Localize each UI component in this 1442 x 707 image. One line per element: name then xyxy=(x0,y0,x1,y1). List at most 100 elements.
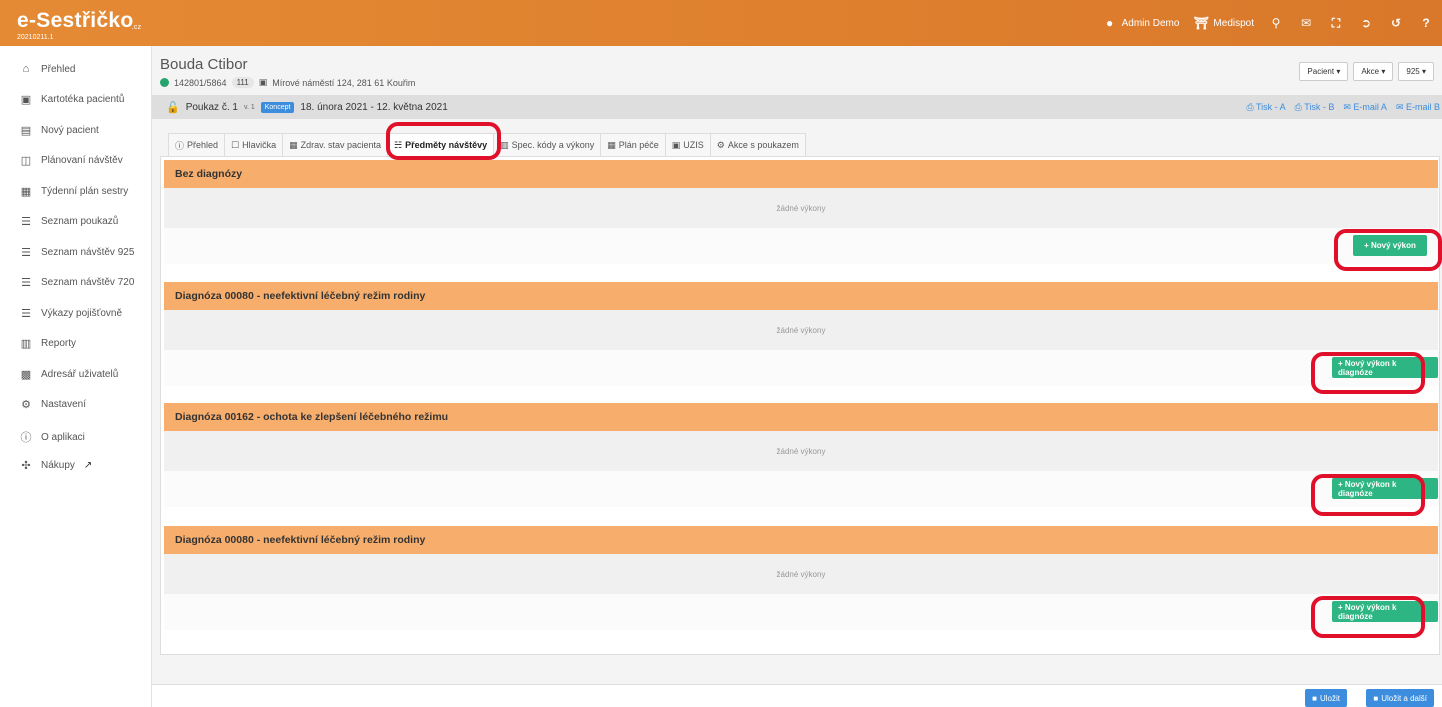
form-footer: ■ Uložit ■ Uložit a další xyxy=(152,684,1442,707)
empty-message: žádné výkony xyxy=(164,188,1438,228)
user-icon: ● xyxy=(1105,16,1114,30)
patient-dropdown[interactable]: Pacient ▾ xyxy=(1299,62,1349,81)
gears-icon: ⚙ xyxy=(716,139,725,150)
sidebar-item-reporty[interactable]: ▥ Reporty xyxy=(20,337,76,350)
patient-id: 142801/5864 xyxy=(174,77,227,88)
actions-dropdown[interactable]: Akce ▾ xyxy=(1353,62,1394,81)
patient-name: Bouda Ctibor xyxy=(160,56,248,73)
save-next-button[interactable]: ■ Uložit a další xyxy=(1366,689,1434,707)
list-icon: ☰ xyxy=(21,216,31,228)
save-button[interactable]: ■ Uložit xyxy=(1305,689,1347,707)
home-icon: ⌂ xyxy=(22,63,30,75)
sidebar-item-novy-pacient[interactable]: ▤ Nový pacient xyxy=(20,124,99,137)
section-title: Diagnóza 00080 - neefektivní léčebný rež… xyxy=(164,526,1438,554)
medical-icon: ▦ xyxy=(289,139,298,150)
save-icon: ■ xyxy=(1312,693,1317,703)
diagnosis-section: Bez diagnózy žádné výkony + Nový výkon xyxy=(164,160,1438,264)
visit-subjects-panel: Bez diagnózy žádné výkony + Nový výkon D… xyxy=(160,156,1440,655)
voucher-version: v. 1 xyxy=(243,103,255,111)
insurance-badge: 111 xyxy=(231,77,254,88)
building-icon: ⛩ xyxy=(1193,16,1210,30)
diagnosis-section: Diagnóza 00080 - neefektivní léčebný rež… xyxy=(164,282,1438,386)
empty-message: žádné výkony xyxy=(164,310,1438,350)
section-title: Diagnóza 00080 - neefektivní léčebný rež… xyxy=(164,282,1438,310)
sidebar-item-nastaveni[interactable]: ⚙ Nastavení xyxy=(20,398,86,411)
tab-bar: ⓘ Přehled ☐ Hlavička ▦ Zdrav. stav pacienta… xyxy=(168,133,806,156)
sidebar-item-tydenni-plan[interactable]: ▦ Týdenní plán sestry xyxy=(20,185,128,198)
id-icon: ▤ xyxy=(20,125,32,137)
calendar-icon: ▦ xyxy=(20,186,32,198)
bed-icon: ☵ xyxy=(394,139,403,150)
main-content: Bouda Ctibor 142801/5864 111 ▣ Mírové ná… xyxy=(152,46,1442,707)
sidebar-item-seznam-poukazu[interactable]: ☰ Seznam poukazů xyxy=(20,215,118,228)
new-diagnosis-procedure-button[interactable]: + Nový výkon k diagnóze xyxy=(1332,357,1438,378)
card-icon: ▣ xyxy=(20,94,32,106)
address-icon: ▣ xyxy=(258,77,268,87)
tab-predmety-navstevy[interactable]: ☵ Předměty návštěvy xyxy=(387,133,495,156)
sidebar-item-navstevy-925[interactable]: ☰ Seznam návštěv 925 xyxy=(20,246,134,259)
tab-akce-s-poukazem[interactable]: ⚙ Akce s poukazem xyxy=(709,133,806,156)
save-icon: ■ xyxy=(1373,693,1379,703)
help-icon[interactable]: ? xyxy=(1418,16,1434,30)
cart-icon: ✣ xyxy=(21,460,31,472)
sidebar: ⌂ Přehled ▣ Kartotéka pacientů ▤ Nový pacie… xyxy=(0,46,152,707)
bookmark-icon: ☐ xyxy=(231,139,240,150)
search-icon[interactable]: ⚲ xyxy=(1268,16,1284,30)
diagnosis-section: Diagnóza 00162 - ochota ke zlepšení léče… xyxy=(164,403,1438,507)
chart-icon: ▥ xyxy=(20,338,32,350)
tab-hlavicka[interactable]: ☐ Hlavička xyxy=(224,133,284,156)
status-badge: Koncept xyxy=(260,101,295,113)
print-b-link[interactable]: ⎙ Tisk - B xyxy=(1295,102,1335,113)
building-icon: ▣ xyxy=(671,139,681,150)
sidebar-item-planovani[interactable]: ◫ Plánovaní návštěv xyxy=(20,154,123,167)
new-diagnosis-procedure-button[interactable]: + Nový výkon k diagnóze xyxy=(1332,601,1438,622)
external-link-icon: ↗ xyxy=(83,460,93,471)
diagnosis-section: Diagnóza 00080 - neefektivní léčebný rež… xyxy=(164,526,1438,630)
sidebar-item-prehled[interactable]: ⌂ Přehled xyxy=(20,63,76,75)
new-diagnosis-procedure-button[interactable]: + Nový výkon k diagnóze xyxy=(1332,478,1438,499)
user-menu[interactable]: ● Admin Demo xyxy=(1102,16,1179,30)
list-icon: ☰ xyxy=(21,277,31,289)
empty-message: žádné výkony xyxy=(164,554,1438,594)
info-icon: ⓘ xyxy=(20,432,32,444)
sidebar-item-adresar[interactable]: ▩ Adresář uživatelů xyxy=(20,368,118,381)
print-a-link[interactable]: ⎙ Tisk - A xyxy=(1246,102,1285,113)
list-icon: ☰ xyxy=(21,308,31,320)
org-menu[interactable]: ⛩ Medispot xyxy=(1193,16,1254,30)
history-icon[interactable]: ↺ xyxy=(1388,16,1404,30)
new-procedure-button[interactable]: + Nový výkon xyxy=(1353,235,1427,256)
app-version: 20210211.1 xyxy=(17,34,54,41)
tab-uzis[interactable]: ▣ UZIS xyxy=(664,133,711,156)
sidebar-item-vykazy[interactable]: ☰ Výkazy pojišťovně xyxy=(20,307,122,320)
fullscreen-icon[interactable]: ⛶ xyxy=(1328,16,1344,31)
code-dropdown[interactable]: 925 ▾ xyxy=(1398,62,1434,81)
sidebar-item-navstevy-720[interactable]: ☰ Seznam návštěv 720 xyxy=(20,276,134,289)
logout-icon[interactable]: ➲ xyxy=(1358,16,1374,30)
voucher-dates: 18. února 2021 - 12. května 2021 xyxy=(300,101,448,113)
mail-icon[interactable]: ✉ xyxy=(1298,16,1314,30)
voucher-label: Poukaz č. 1 xyxy=(185,101,238,113)
patient-address: Mírové náměstí 124, 281 61 Kouřim xyxy=(272,77,416,88)
empty-message: žádné výkony xyxy=(164,431,1438,471)
map-icon: ◫ xyxy=(20,155,32,167)
sidebar-item-kartoteka[interactable]: ▣ Kartotéka pacientů xyxy=(20,93,125,106)
voucher-bar: 🔓 Poukaz č. 1 v. 1 Koncept 18. února 202… xyxy=(152,95,1442,119)
gear-icon: ⚙ xyxy=(21,399,31,411)
email-b-link[interactable]: ✉ E-mail B xyxy=(1396,102,1440,113)
list-icon: ☰ xyxy=(21,247,31,259)
email-a-link[interactable]: ✉ E-mail A xyxy=(1343,102,1387,113)
section-title: Bez diagnózy xyxy=(164,160,1438,188)
tab-spec-kody[interactable]: ▥ Spec. kódy a výkony xyxy=(493,133,602,156)
tab-prehled[interactable]: ⓘ Přehled xyxy=(168,133,226,156)
info-icon: ⓘ xyxy=(175,140,185,151)
app-logo[interactable]: e-Sestřičko.cz xyxy=(17,9,143,33)
sidebar-item-o-aplikaci[interactable]: ⓘ O aplikaci xyxy=(20,429,85,445)
chart-icon: ▥ xyxy=(500,139,509,150)
section-title: Diagnóza 00162 - ochota ke zlepšení léče… xyxy=(164,403,1438,431)
tab-zdrav-stav[interactable]: ▦ Zdrav. stav pacienta xyxy=(282,133,389,156)
contact-icon: ▩ xyxy=(20,369,32,381)
sidebar-item-nakupy[interactable]: ✣ Nákupy ↗ xyxy=(20,459,92,472)
unlock-icon[interactable]: 🔓 xyxy=(166,101,180,114)
tab-plan-pece[interactable]: ▦ Plán péče xyxy=(600,133,666,156)
top-bar: e-Sestřičko.cz 20210211.1 ● Admin Demo ⛩ M… xyxy=(0,0,1442,46)
